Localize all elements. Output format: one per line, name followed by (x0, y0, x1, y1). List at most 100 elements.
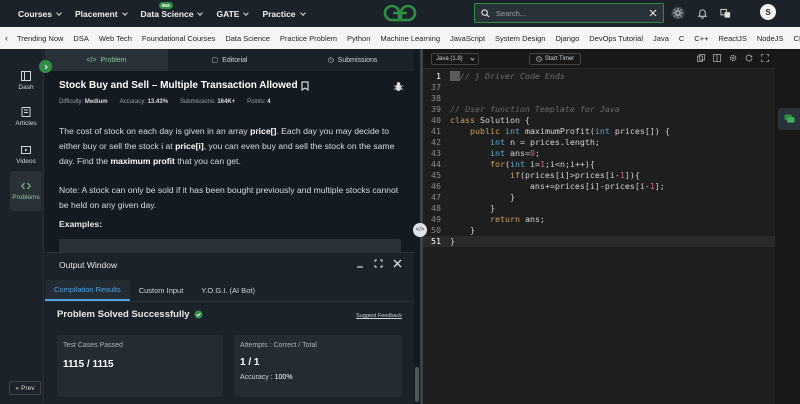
subnav-link[interactable]: Machine Learning (375, 34, 445, 43)
subnav-link[interactable]: Foundational Courses (137, 34, 220, 43)
output-window-controls (356, 259, 402, 268)
report-bug-button[interactable] (393, 79, 404, 97)
right-rail (775, 49, 800, 404)
copy-icon[interactable] (697, 54, 705, 62)
translate-button[interactable] (717, 5, 733, 21)
points-value: 4 (267, 99, 271, 105)
gfg-logo-icon[interactable] (382, 3, 418, 28)
expand-icon[interactable] (374, 259, 383, 268)
tab-editorial[interactable]: ▢ Editorial (168, 49, 291, 71)
theme-toggle-button[interactable] (670, 5, 686, 21)
tab-problem[interactable]: </> Problem (45, 49, 168, 71)
minimize-icon[interactable] (356, 260, 364, 268)
chat-button[interactable] (778, 108, 800, 130)
menu-gate[interactable]: GATE (216, 9, 250, 19)
subnav-link[interactable]: Java (648, 34, 674, 43)
search-box[interactable]: Search... (474, 3, 664, 23)
reset-icon[interactable] (745, 54, 753, 62)
menu-courses[interactable]: Courses (18, 9, 62, 19)
output-window: Output Window Compilation Results Custom… (45, 252, 414, 404)
close-icon[interactable] (649, 9, 657, 17)
subnav-link[interactable]: DSA (68, 34, 93, 43)
output-tabs: Compilation Results Custom Input Y.O.G.I… (45, 280, 414, 302)
scrollbar-thumb[interactable] (415, 367, 419, 402)
subnav-link[interactable]: JavaScript (445, 34, 490, 43)
videos-icon (21, 146, 31, 154)
resize-handle-icon[interactable]: </> (413, 223, 427, 237)
notifications-button[interactable] (694, 5, 710, 21)
prev-button[interactable]: «Prev (9, 381, 41, 395)
code-area[interactable]: 1 ██// } Driver Code Ends 37 38 39// User… (423, 71, 775, 247)
code-line: 43 int ans=0; (431, 148, 540, 158)
subnav-link[interactable]: Practice Problem (275, 34, 342, 43)
collapse-toggle-button[interactable] (39, 60, 52, 73)
sidebar-item-dash[interactable]: Dash (10, 61, 42, 101)
menu-placement[interactable]: Placement (75, 9, 128, 19)
code-editor: Java (1.8) Start Timer 1 ██// } Driver Co… (423, 49, 775, 404)
subnav-link[interactable]: Python (342, 34, 375, 43)
check-circle-icon (193, 310, 203, 319)
difficulty-value: Medium (84, 99, 108, 105)
problem-description: The cost of stock on each day is given i… (59, 126, 395, 166)
subnav-link[interactable]: Trending Now (12, 34, 68, 43)
subnav-link[interactable]: NodeJS (752, 34, 789, 43)
ibm-badge: IBM (158, 1, 173, 9)
split-view-icon[interactable] (713, 54, 721, 62)
subnav-link[interactable]: Django (550, 34, 584, 43)
submissions-value: 164K+ (217, 99, 236, 105)
chevron-down-icon (197, 9, 204, 16)
subnav-link[interactable]: C (674, 34, 689, 43)
code-line: 37 (431, 82, 441, 92)
subnav-link[interactable]: ReactJS (713, 34, 751, 43)
tab-submissions[interactable]: ◷ Submissions (291, 49, 414, 71)
subnav-link[interactable]: C++ (689, 34, 713, 43)
subnav-link[interactable]: System Design (490, 34, 550, 43)
chevron-left-icon[interactable]: ‹ (0, 33, 12, 43)
tab-custom-input[interactable]: Custom Input (130, 280, 193, 301)
search-input[interactable]: Search... (496, 9, 643, 18)
chevron-down-icon (470, 55, 475, 61)
subnav-link[interactable]: DevOps Tutorial (584, 34, 648, 43)
chevron-right-icon (44, 64, 48, 69)
translate-icon (719, 8, 730, 18)
language-select[interactable]: Java (1.8) (431, 53, 479, 65)
sidebar-item-articles[interactable]: Articles (10, 97, 42, 137)
fullscreen-icon[interactable] (761, 54, 769, 62)
code-line: 50 } (431, 225, 475, 235)
avatar[interactable]: S (760, 4, 776, 20)
output-window-title: Output Window (59, 260, 118, 270)
tab-yogi-ai-bot[interactable]: Y.O.G.I. (AI Bot) (192, 280, 264, 301)
subnav-link[interactable]: Web Tech (94, 34, 137, 43)
code-line: 48 } (431, 203, 495, 213)
subnav-link[interactable]: Data Science (220, 34, 275, 43)
search-icon (481, 8, 490, 18)
sun-icon (671, 6, 685, 20)
articles-icon (21, 107, 31, 117)
main-menu: Courses Placement IBM Data Science GATE P… (0, 1, 306, 19)
double-chevron-left-icon: « (15, 384, 20, 392)
chat-icon (784, 114, 794, 123)
code-line: 49 return ans; (431, 214, 545, 224)
start-timer-button[interactable]: Start Timer (529, 53, 581, 65)
test-cases-value: 1115 / 1115 (63, 359, 114, 370)
suggest-feedback-link[interactable]: Suggest Feedback (356, 313, 402, 319)
bookmark-icon[interactable] (301, 81, 309, 91)
code-line: 41 public int maximumProfit(int prices[]… (431, 126, 670, 136)
code-line: 40 class Solution { (431, 115, 530, 125)
close-icon[interactable] (393, 259, 402, 268)
clock-icon: ◷ (327, 57, 334, 64)
subnav-link[interactable]: CP Live (789, 34, 800, 43)
dashboard-icon (21, 71, 31, 81)
tab-compilation-results[interactable]: Compilation Results (45, 280, 130, 301)
settings-gear-icon[interactable] (729, 54, 737, 62)
bell-icon (697, 8, 707, 19)
menu-data-science[interactable]: IBM Data Science (141, 1, 204, 19)
sidebar-item-videos[interactable]: Videos (10, 135, 42, 175)
menu-practice[interactable]: Practice (262, 9, 306, 19)
sidebar-item-problems[interactable]: Problems (10, 171, 42, 211)
code-icon: </> (86, 56, 97, 64)
code-line: 39// User function Template for Java (431, 104, 620, 114)
accuracy-percent: 100% (274, 374, 293, 381)
left-sidebar: Dash Articles Videos Problems (0, 49, 44, 404)
problem-title: Stock Buy and Sell – Multiple Transactio… (59, 80, 309, 91)
